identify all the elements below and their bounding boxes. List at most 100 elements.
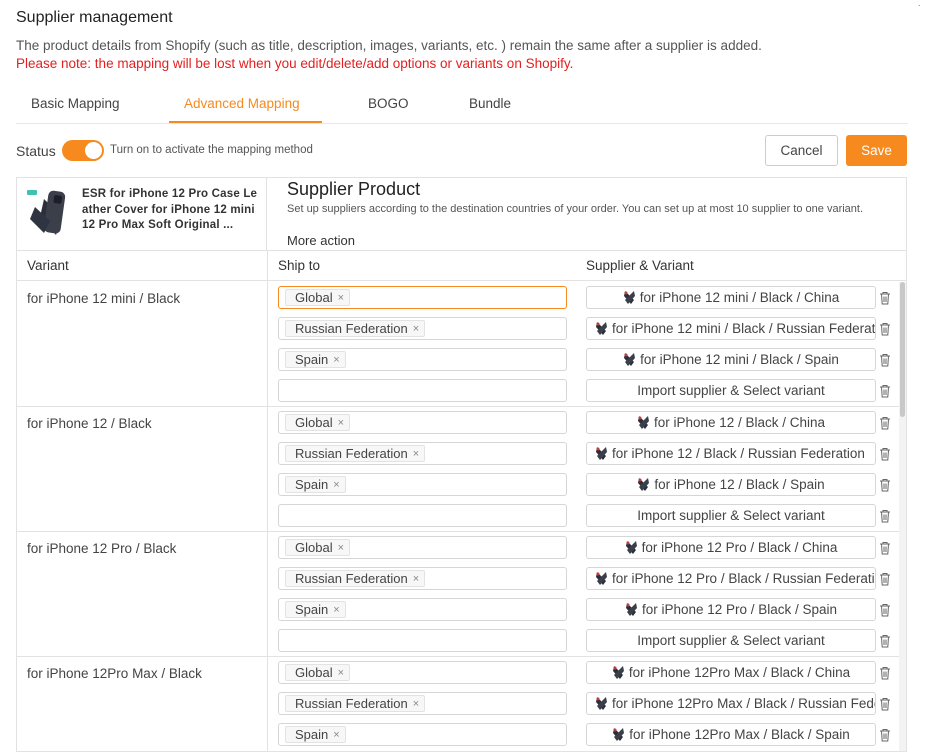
- ship-to-select[interactable]: Spain ×: [278, 348, 567, 371]
- more-action-link[interactable]: More action: [287, 233, 355, 248]
- country-tag-label: Global: [295, 665, 333, 680]
- delete-icon[interactable]: [879, 509, 891, 523]
- country-tag-label: Global: [295, 540, 333, 555]
- variant-name: for iPhone 12 mini / Black: [27, 291, 181, 306]
- supplier-variant-select[interactable]: for iPhone 12 / Black / China: [586, 411, 876, 434]
- supplier-product-title: Supplier Product: [287, 179, 421, 199]
- remove-tag-icon[interactable]: ×: [413, 573, 419, 585]
- import-supplier-button[interactable]: Import supplier & Select variant: [586, 504, 876, 527]
- country-tag-label: Spain: [295, 602, 329, 617]
- tab-advanced-mapping[interactable]: Advanced Mapping: [184, 96, 300, 111]
- ship-to-select[interactable]: Global ×: [278, 536, 567, 559]
- country-tag: Spain ×: [285, 476, 346, 493]
- ship-to-select[interactable]: Spain ×: [278, 598, 567, 621]
- ship-to-select[interactable]: [278, 504, 567, 527]
- delete-icon[interactable]: [879, 416, 891, 430]
- delete-icon[interactable]: [879, 666, 891, 680]
- delete-icon[interactable]: [879, 447, 891, 461]
- supplier-variant-label: for iPhone 12 mini / Black / Russian Fed…: [612, 321, 876, 336]
- status-toggle[interactable]: [62, 140, 104, 161]
- page-title: Supplier management: [16, 9, 173, 26]
- country-tag-label: Spain: [295, 477, 329, 492]
- supplier-product-thumb-icon: [596, 697, 607, 710]
- supplier-variant-select[interactable]: for iPhone 12Pro Max / Black / Spain: [586, 723, 876, 746]
- remove-tag-icon[interactable]: ×: [338, 667, 344, 679]
- import-supplier-button[interactable]: Import supplier & Select variant: [586, 379, 876, 402]
- supplier-variant-label: for iPhone 12 Pro / Black / China: [641, 540, 838, 555]
- ship-to-select[interactable]: Global ×: [278, 661, 567, 684]
- column-supplier-variant: Supplier & Variant: [586, 258, 694, 273]
- country-tag-label: Spain: [295, 352, 329, 367]
- remove-tag-icon[interactable]: ×: [333, 729, 339, 741]
- tab-bogo[interactable]: BOGO: [368, 96, 409, 111]
- delete-icon[interactable]: [879, 478, 891, 492]
- scroll-thumb[interactable]: [900, 282, 905, 417]
- supplier-variant-select[interactable]: for iPhone 12 / Black / Spain: [586, 473, 876, 496]
- supplier-variant-select[interactable]: for iPhone 12Pro Max / Black / China: [586, 661, 876, 684]
- delete-icon[interactable]: [879, 603, 891, 617]
- variant-group: for iPhone 12Pro Max / Black Global × for i…: [17, 657, 906, 751]
- ship-to-select[interactable]: Russian Federation ×: [278, 692, 567, 715]
- mapping-tabs: Basic Mapping Advanced Mapping BOGO Bund…: [16, 88, 908, 124]
- remove-tag-icon[interactable]: ×: [338, 417, 344, 429]
- delete-icon[interactable]: [879, 572, 891, 586]
- ship-to-select[interactable]: [278, 379, 567, 402]
- remove-tag-icon[interactable]: ×: [413, 448, 419, 460]
- supplier-variant-select[interactable]: for iPhone 12 Pro / Black / Spain: [586, 598, 876, 621]
- delete-icon[interactable]: [879, 634, 891, 648]
- delete-icon[interactable]: [879, 384, 891, 398]
- ship-to-select[interactable]: Spain ×: [278, 473, 567, 496]
- delete-icon[interactable]: [879, 541, 891, 555]
- supplier-variant-select[interactable]: for iPhone 12 mini / Black / Spain: [586, 348, 876, 371]
- supplier-variant-select[interactable]: for iPhone 12 mini / Black / Russian Fed…: [586, 317, 876, 340]
- supplier-product-thumb-icon: [623, 291, 635, 304]
- column-variant: Variant: [27, 258, 69, 273]
- supplier-variant-label: for iPhone 12 mini / Black / Spain: [640, 352, 839, 367]
- country-tag: Spain ×: [285, 351, 346, 368]
- table-scrollbar[interactable]: [899, 282, 906, 751]
- country-tag-label: Global: [295, 290, 333, 305]
- delete-icon[interactable]: [879, 353, 891, 367]
- import-supplier-button[interactable]: Import supplier & Select variant: [586, 629, 876, 652]
- remove-tag-icon[interactable]: ×: [338, 542, 344, 554]
- country-tag-label: Russian Federation: [295, 321, 408, 336]
- column-divider: [267, 407, 268, 531]
- country-tag-label: Spain: [295, 727, 329, 742]
- tab-bundle[interactable]: Bundle: [469, 96, 511, 111]
- ship-to-select[interactable]: Global ×: [278, 286, 567, 309]
- status-hint: Turn on to activate the mapping method: [110, 144, 313, 156]
- delete-icon[interactable]: [879, 697, 891, 711]
- table-header: Variant Ship to Supplier & Variant: [17, 250, 906, 282]
- column-divider: [267, 282, 268, 406]
- import-supplier-label: Import supplier & Select variant: [637, 383, 825, 398]
- country-tag: Russian Federation ×: [285, 320, 426, 337]
- remove-tag-icon[interactable]: ×: [413, 698, 419, 710]
- ship-to-select[interactable]: Global ×: [278, 411, 567, 434]
- remove-tag-icon[interactable]: ×: [333, 479, 339, 491]
- ship-to-select[interactable]: Spain ×: [278, 723, 567, 746]
- delete-icon[interactable]: [879, 728, 891, 742]
- supplier-variant-select[interactable]: for iPhone 12Pro Max / Black / Russian F…: [586, 692, 876, 715]
- tab-basic-mapping[interactable]: Basic Mapping: [31, 96, 120, 111]
- supplier-variant-label: for iPhone 12Pro Max / Black / Spain: [629, 727, 850, 742]
- save-button[interactable]: Save: [846, 135, 907, 166]
- window-handle-icon: ·: [917, 0, 921, 11]
- delete-icon[interactable]: [879, 291, 891, 305]
- remove-tag-icon[interactable]: ×: [338, 292, 344, 304]
- supplier-variant-label: for iPhone 12Pro Max / Black / Russian F…: [612, 696, 875, 711]
- ship-to-select[interactable]: Russian Federation ×: [278, 442, 567, 465]
- ship-to-select[interactable]: [278, 629, 567, 652]
- supplier-variant-select[interactable]: for iPhone 12 / Black / Russian Federati…: [586, 442, 876, 465]
- ship-to-select[interactable]: Russian Federation ×: [278, 567, 567, 590]
- country-tag: Global ×: [285, 539, 351, 556]
- remove-tag-icon[interactable]: ×: [413, 323, 419, 335]
- supplier-variant-select[interactable]: for iPhone 12 Pro / Black / Russian Fede…: [586, 567, 876, 590]
- supplier-variant-select[interactable]: for iPhone 12 mini / Black / China: [586, 286, 876, 309]
- ship-to-select[interactable]: Russian Federation ×: [278, 317, 567, 340]
- cancel-button[interactable]: Cancel: [765, 135, 838, 166]
- remove-tag-icon[interactable]: ×: [333, 604, 339, 616]
- remove-tag-icon[interactable]: ×: [333, 354, 339, 366]
- supplier-variant-select[interactable]: for iPhone 12 Pro / Black / China: [586, 536, 876, 559]
- delete-icon[interactable]: [879, 322, 891, 336]
- country-tag: Global ×: [285, 289, 351, 306]
